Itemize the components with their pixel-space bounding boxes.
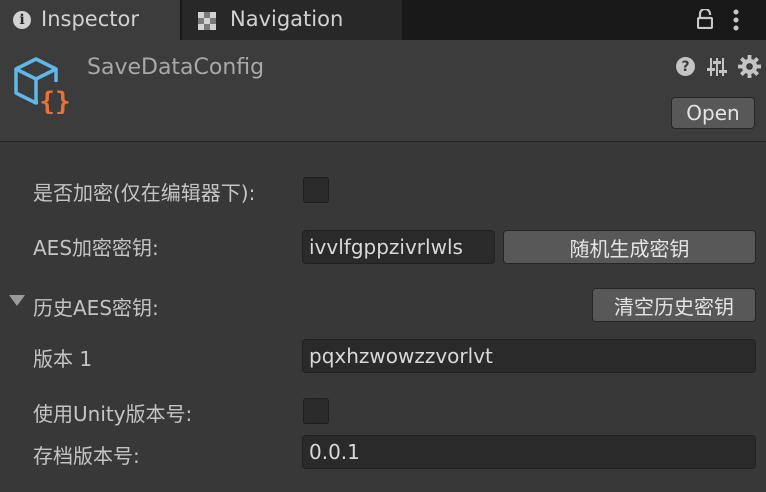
scriptable-object-icon: {} — [14, 57, 72, 114]
tab-bar: i Inspector Navigation — [0, 0, 766, 40]
navigation-icon — [198, 12, 216, 30]
random-key-button[interactable]: 随机生成密钥 — [503, 230, 756, 264]
preset-sliders-icon[interactable] — [706, 56, 728, 78]
help-icon[interactable]: ? — [676, 57, 695, 76]
version-1-label: 版本 1 — [33, 347, 93, 371]
save-version-input[interactable]: 0.0.1 — [302, 435, 756, 469]
more-menu-icon[interactable] — [732, 9, 740, 31]
tab-inspector-label: Inspector — [41, 7, 139, 31]
asset-title: SaveDataConfig — [87, 55, 265, 80]
clear-history-button[interactable]: 清空历史密钥 — [592, 288, 756, 322]
asset-icon-glyph: {} — [39, 87, 70, 114]
tab-navigation[interactable]: Navigation — [182, 0, 402, 40]
version-1-input[interactable]: pqxhzwowzzvorlvt — [302, 339, 756, 373]
use-unity-version-checkbox[interactable] — [303, 398, 329, 424]
save-version-label: 存档版本号: — [33, 444, 140, 468]
lock-icon[interactable] — [697, 9, 713, 29]
encrypt-checkbox[interactable] — [303, 177, 329, 203]
tab-navigation-label: Navigation — [230, 7, 344, 31]
encrypt-label: 是否加密(仅在编辑器下): — [33, 181, 256, 205]
gear-icon[interactable] — [738, 55, 761, 78]
tab-inspector[interactable]: i Inspector — [0, 0, 180, 40]
info-icon: i — [13, 11, 31, 29]
aes-key-label: AES加密密钥: — [33, 236, 159, 260]
foldout-arrow-icon[interactable] — [9, 295, 25, 306]
aes-key-input[interactable]: ivvlfgppzivrlwls — [302, 230, 495, 264]
history-keys-label[interactable]: 历史AES密钥: — [33, 292, 159, 321]
header-divider — [0, 141, 766, 142]
open-button[interactable]: Open — [671, 97, 755, 129]
use-unity-version-label: 使用Unity版本号: — [33, 402, 193, 426]
